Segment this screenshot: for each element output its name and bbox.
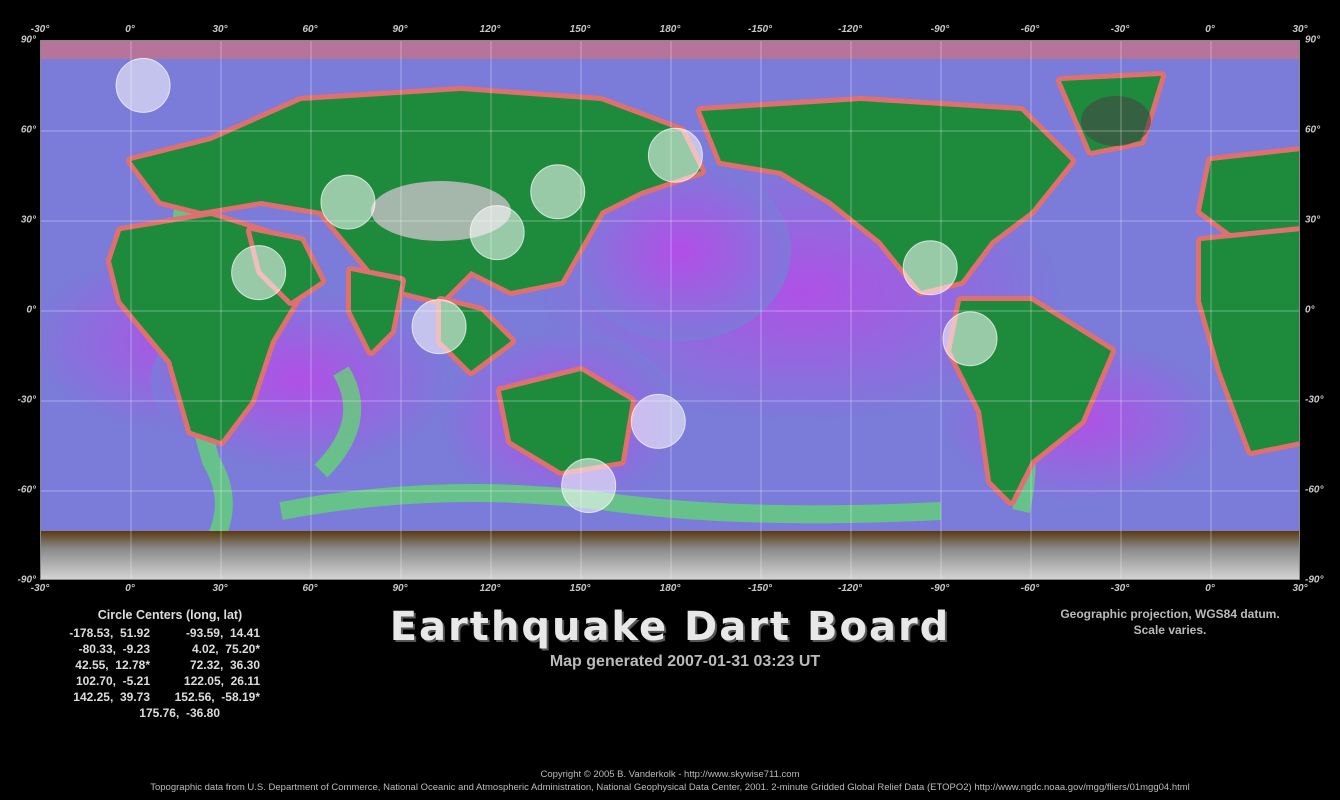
circle-center-row: 102.70, -5.21 122.05, 26.11	[40, 673, 300, 689]
right-latitude-label: -60°	[1305, 484, 1324, 496]
map-generated-timestamp: Map generated 2007-01-31 03:23 UT	[549, 653, 821, 670]
left-latitude-label: -60°	[17, 484, 36, 496]
top-longitude-label: 0°	[125, 24, 135, 35]
earthquake-circle	[320, 174, 376, 230]
right-latitude-label: -90°	[1305, 574, 1324, 586]
circle-center-row: -80.33, -9.23 4.02, 75.20*	[40, 641, 300, 657]
circle-center-coords: 4.02, 75.20*	[191, 642, 260, 656]
top-longitude-label: 0°	[1205, 24, 1215, 35]
earthquake-circle	[411, 299, 467, 355]
top-longitude-label: 90°	[392, 24, 408, 35]
circle-center-coords: 175.76, -36.80	[139, 706, 220, 720]
circle-center-row: -178.53, 51.92 -93.59, 14.41	[40, 625, 300, 641]
projection-note: Geographic projection, WGS84 datum. Scal…	[1040, 606, 1300, 638]
top-longitude-label: -30°	[30, 24, 50, 35]
bottom-longitude-label: 90°	[392, 583, 408, 594]
bottom-longitude-label: 60°	[302, 583, 318, 594]
circle-center-coords: -178.53, 51.92	[69, 626, 150, 640]
top-longitude-label: -120°	[837, 24, 863, 35]
top-longitude-label: -150°	[747, 24, 773, 35]
left-latitude-label: 30°	[20, 214, 36, 226]
top-longitude-label: -90°	[930, 24, 950, 35]
page-title: Earthquake Dart Board	[389, 604, 951, 650]
left-latitude-label: 0°	[26, 304, 36, 316]
copyright-text: Copyright © 2005 B. Vanderkolk - http://…	[540, 769, 800, 780]
bottom-longitude-label: 180°	[659, 583, 681, 594]
right-latitude-label: 30°	[1305, 214, 1321, 226]
circle-centers-title: Circle Centers (long, lat)	[97, 608, 243, 622]
bottom-longitude-label: 0°	[125, 583, 135, 594]
earthquake-circle	[561, 458, 617, 514]
earthquake-circle	[231, 245, 287, 301]
bottom-longitude-label: 0°	[1205, 583, 1215, 594]
earthquake-circle	[530, 164, 586, 220]
earthquake-circle	[115, 57, 171, 113]
circle-center-coords: 42.55, 12.78*	[75, 658, 150, 672]
top-longitude-label: 60°	[302, 24, 318, 35]
circle-center-coords: -80.33, -9.23	[78, 642, 150, 656]
projection-line-1: Geographic projection, WGS84 datum.	[1060, 607, 1280, 621]
circle-center-coords: 72.32, 36.30	[189, 658, 260, 672]
world-map	[40, 40, 1300, 580]
greenland-ice	[1081, 96, 1151, 146]
top-longitude-label: 180°	[659, 24, 681, 35]
earthquake-circle	[902, 240, 958, 296]
right-latitude-label: 90°	[1305, 34, 1321, 46]
top-longitude-label: 120°	[479, 24, 501, 35]
circle-center-row: 42.55, 12.78* 72.32, 36.30	[40, 657, 300, 673]
bottom-longitude-label: -90°	[930, 583, 950, 594]
top-longitude-label: 150°	[569, 24, 591, 35]
circle-center-row: 175.76, -36.80	[40, 705, 300, 721]
projection-line-2: Scale varies.	[1133, 623, 1207, 637]
top-longitude-label: 30°	[212, 24, 228, 35]
top-longitude-label: -30°	[1110, 24, 1130, 35]
right-latitude-label: -30°	[1305, 394, 1324, 406]
circle-center-row: 142.25, 39.73 152.56, -58.19*	[40, 689, 300, 705]
earthquake-circle	[630, 393, 686, 449]
circle-centers-panel: Circle Centers (long, lat) -178.53, 51.9…	[40, 608, 300, 721]
earthquake-circle	[942, 311, 998, 367]
circle-centers-list: -178.53, 51.92 -93.59, 14.41 -80.33, -9.23…	[40, 625, 300, 721]
right-latitude-label: 60°	[1305, 124, 1321, 136]
bottom-longitude-label: -150°	[747, 583, 773, 594]
right-latitude-label: 0°	[1305, 304, 1315, 316]
circle-center-coords: 152.56, -58.19*	[174, 690, 260, 704]
earthquake-circle	[647, 127, 703, 183]
circle-center-coords: 142.25, 39.73	[73, 690, 150, 704]
bottom-longitude-label: 120°	[479, 583, 501, 594]
circle-center-coords: 122.05, 26.11	[183, 674, 260, 688]
bottom-longitude-label: 30°	[212, 583, 228, 594]
bottom-longitude-label: -120°	[837, 583, 863, 594]
left-latitude-label: 90°	[20, 34, 36, 46]
top-longitude-label: -60°	[1020, 24, 1040, 35]
data-source-text: Topographic data from U.S. Department of…	[150, 782, 1190, 793]
earthquake-circle	[469, 205, 525, 261]
footer: Copyright © 2005 B. Vanderkolk - http://…	[0, 768, 1340, 794]
bottom-longitude-label: 150°	[569, 583, 591, 594]
left-latitude-label: -30°	[17, 394, 36, 406]
left-latitude-label: -90°	[17, 574, 36, 586]
bottom-longitude-label: -30°	[1110, 583, 1130, 594]
map-canvas	[41, 41, 1299, 579]
circle-center-coords: 102.70, -5.21	[75, 674, 150, 688]
top-longitude-label: 30°	[1292, 24, 1308, 35]
circle-center-coords: -93.59, 14.41	[185, 626, 260, 640]
bottom-longitude-label: -60°	[1020, 583, 1040, 594]
left-latitude-label: 60°	[20, 124, 36, 136]
